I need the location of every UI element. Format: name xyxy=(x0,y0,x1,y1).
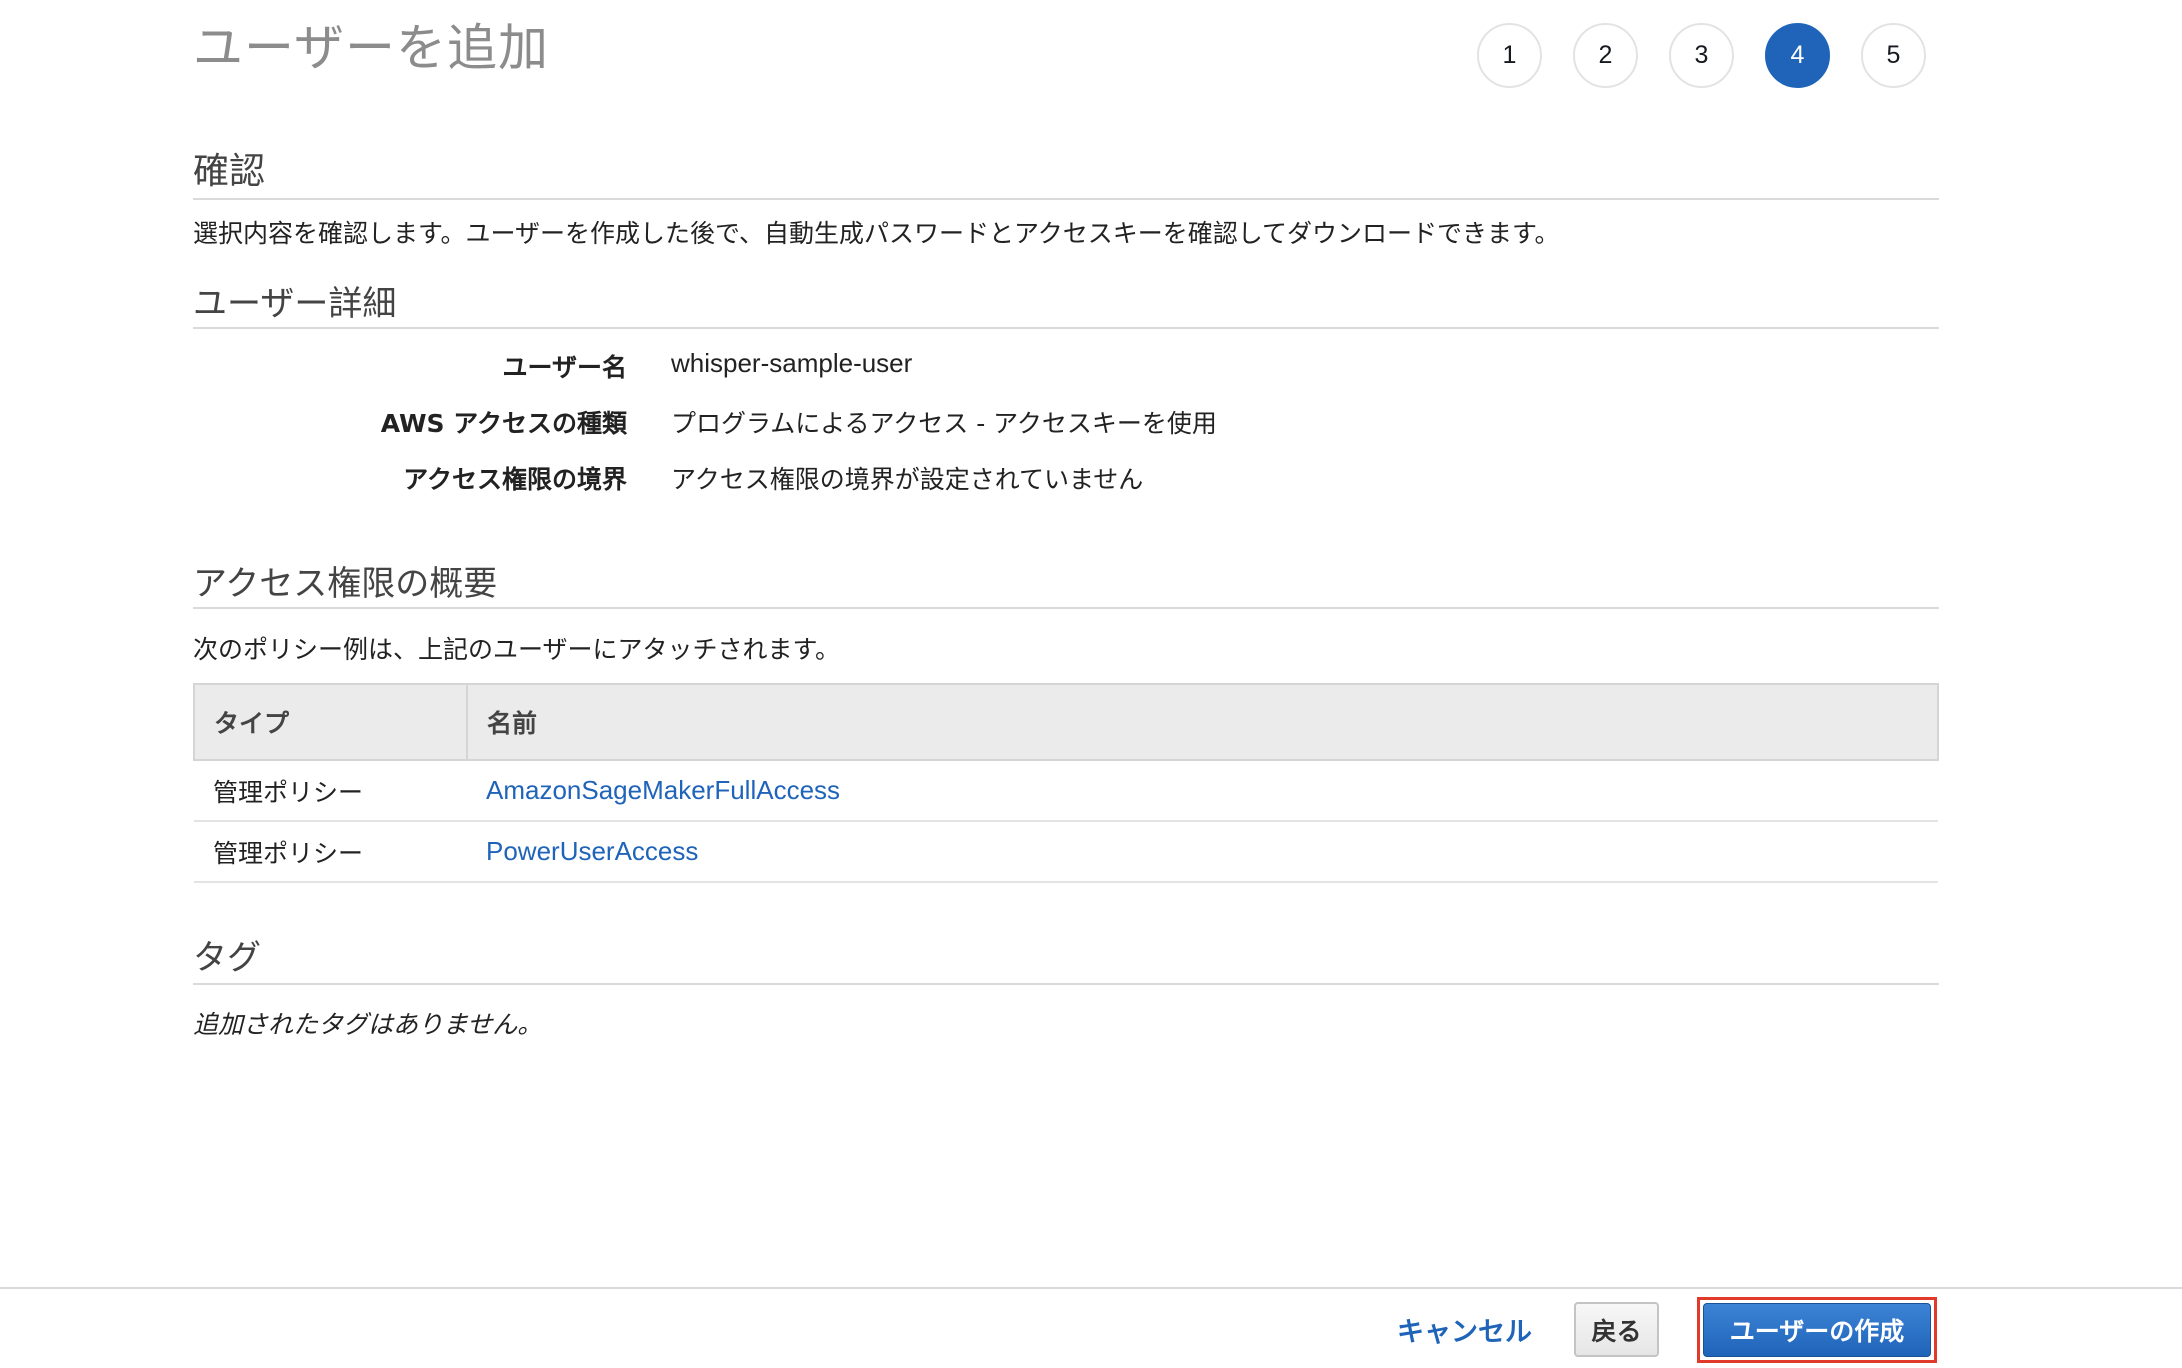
detail-row-permissions-boundary: アクセス権限の境界 アクセス権限の境界が設定されていません xyxy=(193,460,1939,504)
column-header-name: 名前 xyxy=(466,683,1939,761)
policy-type-cell: 管理ポリシー xyxy=(194,821,467,883)
detail-value: whisper-sample-user xyxy=(671,348,913,378)
wizard-steps: 1 2 3 4 5 xyxy=(1477,23,1926,88)
step-5[interactable]: 5 xyxy=(1861,23,1926,88)
page-title: ユーザーを追加 xyxy=(193,19,549,77)
table-header-row: タイプ 名前 xyxy=(193,683,1939,761)
footer-divider xyxy=(0,1287,2182,1289)
permissions-table: タイプ 名前 管理ポリシー AmazonSageMakerFullAccess … xyxy=(193,683,1939,883)
detail-label: AWS アクセスの種類 xyxy=(380,409,627,438)
step-1[interactable]: 1 xyxy=(1477,23,1542,88)
create-user-highlight: ユーザーの作成 xyxy=(1697,1297,1937,1363)
cancel-button[interactable]: キャンセル xyxy=(1397,1310,1532,1349)
policy-type-cell: 管理ポリシー xyxy=(194,760,467,822)
policy-link[interactable]: AmazonSageMakerFullAccess xyxy=(486,775,840,805)
tags-empty-text: 追加されたタグはありません。 xyxy=(193,1010,543,1039)
review-description: 選択内容を確認します。ユーザーを作成した後で、自動生成パスワードとアクセスキーを… xyxy=(193,219,1560,248)
permissions-divider xyxy=(193,607,1939,609)
permissions-description: 次のポリシー例は、上記のユーザーにアタッチされます。 xyxy=(193,635,841,664)
user-details-divider xyxy=(193,327,1939,329)
column-header-type: タイプ xyxy=(193,683,468,761)
table-row: 管理ポリシー AmazonSageMakerFullAccess xyxy=(194,760,1938,822)
permissions-heading: アクセス権限の概要 xyxy=(193,564,498,604)
add-user-page: ユーザーを追加 1 2 3 4 5 確認 選択内容を確認します。ユーザーを作成し… xyxy=(0,0,2182,1368)
tags-heading: タグ xyxy=(193,938,261,978)
review-divider xyxy=(193,198,1939,200)
create-user-button[interactable]: ユーザーの作成 xyxy=(1703,1303,1931,1357)
policy-link[interactable]: PowerUserAccess xyxy=(486,836,698,866)
detail-value: アクセス権限の境界が設定されていません xyxy=(671,465,1144,494)
back-button[interactable]: 戻る xyxy=(1574,1302,1659,1357)
step-4-current[interactable]: 4 xyxy=(1765,23,1830,88)
review-heading: 確認 xyxy=(193,151,266,192)
tags-divider xyxy=(193,983,1939,985)
step-3[interactable]: 3 xyxy=(1669,23,1734,88)
step-2[interactable]: 2 xyxy=(1573,23,1638,88)
detail-label: アクセス権限の境界 xyxy=(403,465,627,494)
policy-name-cell: PowerUserAccess xyxy=(467,821,1938,883)
user-details-heading: ユーザー詳細 xyxy=(193,284,397,324)
detail-row-access-type: AWS アクセスの種類 プログラムによるアクセス - アクセスキーを使用 xyxy=(193,404,1939,448)
detail-value: プログラムによるアクセス - アクセスキーを使用 xyxy=(671,409,1217,438)
table-row: 管理ポリシー PowerUserAccess xyxy=(194,821,1938,883)
detail-row-username: ユーザー名 whisper-sample-user xyxy=(193,348,1939,392)
policy-name-cell: AmazonSageMakerFullAccess xyxy=(467,760,1938,822)
detail-label: ユーザー名 xyxy=(502,353,627,382)
